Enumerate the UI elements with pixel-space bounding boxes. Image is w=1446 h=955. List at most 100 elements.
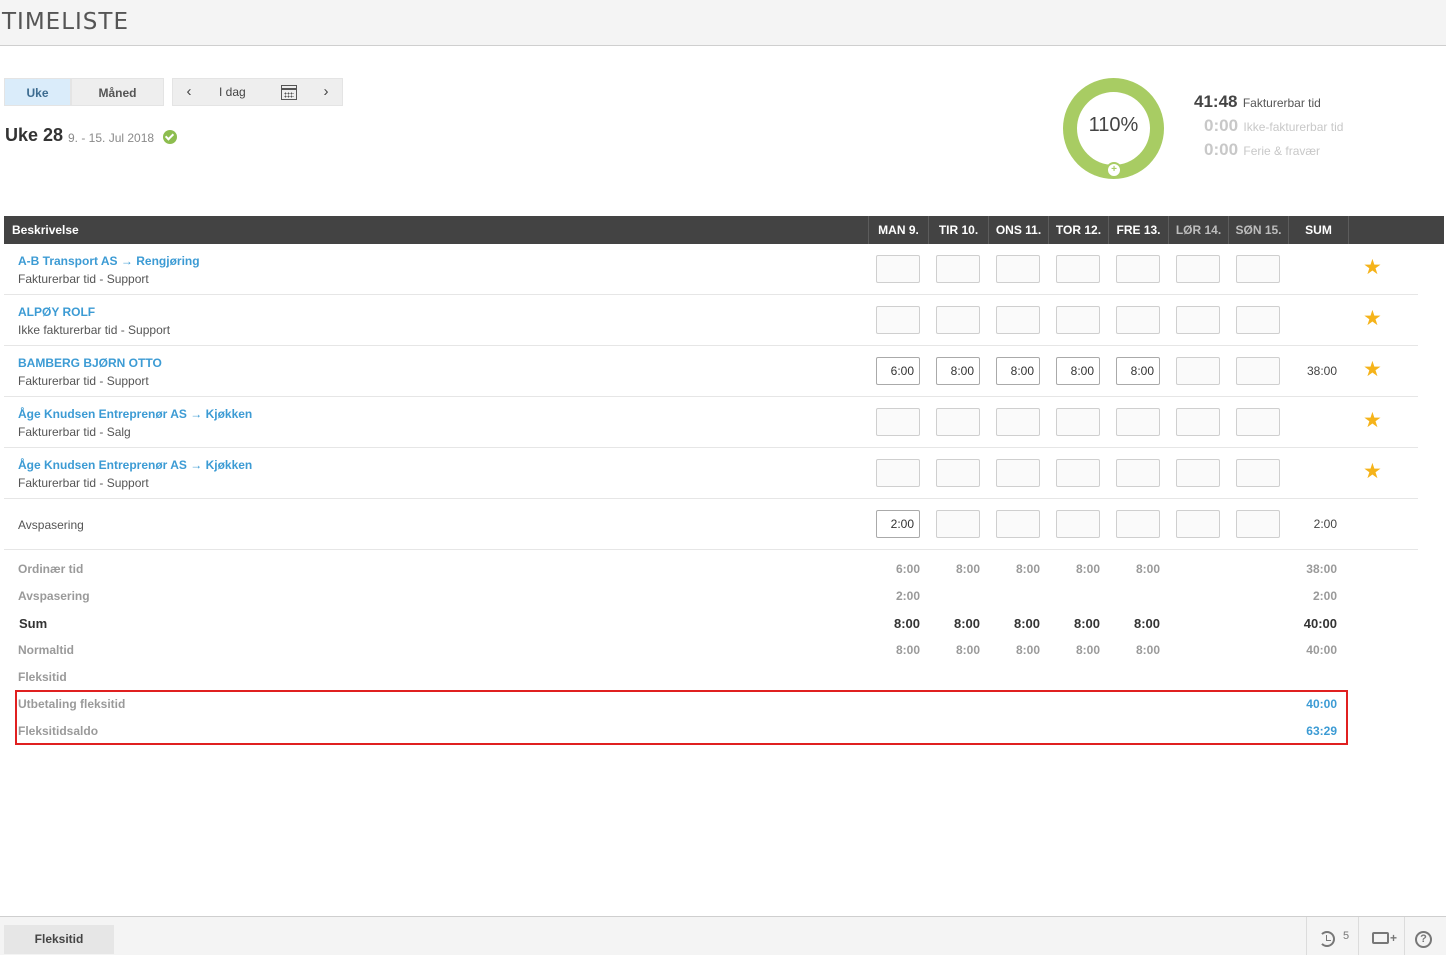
star-icon[interactable]: ★ (1363, 410, 1382, 432)
star-icon[interactable]: ★ (1363, 461, 1382, 483)
total-value: 8:00 (1013, 616, 1040, 631)
hour-input[interactable] (996, 408, 1040, 436)
total-label: Normaltid (18, 643, 75, 657)
total-sum: 40:00 (1306, 643, 1337, 657)
day-header: TIR 10. (928, 216, 988, 244)
hour-input[interactable] (1116, 306, 1160, 334)
row-subtitle: Fakturerbar tid - Support (18, 374, 149, 388)
nonbillable-value: 0:00 (1204, 116, 1239, 135)
hour-input[interactable]: 8:00 (1116, 357, 1160, 385)
next-week-button[interactable]: › (312, 79, 340, 105)
hour-input[interactable] (1176, 255, 1220, 283)
row-title-link[interactable]: A-B Transport AS → Rengjøring (18, 254, 200, 268)
hour-input[interactable] (1236, 255, 1280, 283)
hour-input[interactable] (1236, 357, 1280, 385)
hour-input[interactable] (1056, 510, 1100, 538)
comp-row: Avspasering 2:00 2:00 (4, 499, 1418, 550)
row-title-link[interactable]: Åge Knudsen Entreprenør AS → Kjøkken (18, 407, 252, 421)
total-sum: 38:00 (1306, 562, 1337, 576)
column-divider (1348, 216, 1349, 244)
divider (1306, 917, 1307, 955)
check-circle-icon (163, 130, 177, 144)
hour-input[interactable] (936, 408, 980, 436)
plus-icon[interactable]: + (1106, 162, 1122, 178)
row-title-link[interactable]: BAMBERG BJØRN OTTO (18, 356, 162, 370)
total-value: 8:00 (1135, 562, 1160, 576)
table-header: Beskrivelse MAN 9. TIR 10. ONS 11. TOR 1… (4, 216, 1444, 244)
row-subtitle: Fakturerbar tid - Salg (18, 425, 131, 439)
week-range: 9. - 15. Jul 2018 (68, 131, 155, 145)
row-title-link[interactable]: Åge Knudsen Entreprenør AS → Kjøkken (18, 458, 252, 472)
day-header: ONS 11. (988, 216, 1048, 244)
hour-input[interactable] (1236, 408, 1280, 436)
hour-input[interactable] (1176, 408, 1220, 436)
week-view-button[interactable]: Uke (4, 78, 71, 106)
hour-input[interactable] (1236, 510, 1280, 538)
previous-week-button[interactable]: ‹ (175, 79, 203, 105)
hour-input[interactable] (936, 459, 980, 487)
hour-input[interactable] (1056, 459, 1100, 487)
hour-input[interactable] (996, 510, 1040, 538)
row-subtitle: Fakturerbar tid - Support (18, 476, 149, 490)
billable-stat: 41:48 Fakturerbar tid (1194, 92, 1321, 112)
hour-input[interactable] (876, 306, 920, 334)
hour-input[interactable]: 6:00 (876, 357, 920, 385)
hour-input[interactable] (1176, 357, 1220, 385)
star-icon[interactable]: ★ (1363, 359, 1382, 381)
hour-input[interactable] (1176, 459, 1220, 487)
hour-input[interactable]: 8:00 (996, 357, 1040, 385)
hour-input[interactable] (1056, 306, 1100, 334)
hour-input[interactable] (876, 459, 920, 487)
hour-input[interactable] (1056, 255, 1100, 283)
total-value: 8:00 (953, 616, 980, 631)
billable-label: Fakturerbar tid (1242, 96, 1321, 110)
hour-input[interactable] (1176, 306, 1220, 334)
hour-input[interactable]: 2:00 (876, 510, 920, 538)
billable-value: 41:48 (1194, 92, 1238, 111)
total-value: 8:00 (1135, 643, 1160, 657)
flex-time-tab[interactable]: Fleksitid (4, 925, 114, 954)
help-icon[interactable]: ? (1415, 931, 1432, 948)
hour-input[interactable] (996, 459, 1040, 487)
star-icon[interactable]: ★ (1363, 308, 1382, 330)
description-header: Beskrivelse (12, 223, 79, 237)
hour-input[interactable]: 8:00 (936, 357, 980, 385)
calendar-icon[interactable] (281, 85, 297, 100)
hour-input[interactable] (996, 255, 1040, 283)
table-row: Åge Knudsen Entreprenør AS → Kjøkken Fakt… (4, 448, 1418, 499)
hour-input[interactable] (876, 255, 920, 283)
hour-input[interactable] (1236, 459, 1280, 487)
utilization-percent: 110% (1088, 114, 1139, 136)
star-icon[interactable]: ★ (1363, 257, 1382, 279)
hour-input[interactable] (1176, 510, 1220, 538)
hour-input[interactable] (1056, 408, 1100, 436)
today-button[interactable]: I dag (219, 79, 246, 105)
hour-input[interactable] (1116, 255, 1160, 283)
add-comment-icon[interactable] (1372, 931, 1397, 945)
total-label: Avspasering (18, 589, 90, 603)
hour-input[interactable] (876, 408, 920, 436)
row-title-link[interactable]: ALPØY ROLF (18, 305, 95, 319)
total-value: 2:00 (895, 589, 920, 603)
day-header: SØN 15. (1228, 216, 1288, 244)
hour-input[interactable] (1236, 306, 1280, 334)
hour-input[interactable] (996, 306, 1040, 334)
month-view-button[interactable]: Måned (71, 78, 164, 106)
history-count: 5 (1343, 930, 1350, 942)
leave-label: Ferie & fravær (1243, 144, 1321, 158)
history-icon[interactable] (1319, 931, 1335, 947)
hour-input[interactable] (1116, 408, 1160, 436)
total-row: Utbetaling fleksitid 40:00 (4, 690, 1418, 717)
hour-input[interactable] (936, 306, 980, 334)
hour-input[interactable] (936, 510, 980, 538)
table-row: ALPØY ROLF Ikke fakturerbar tid - Support… (4, 295, 1418, 346)
hour-input[interactable] (1116, 459, 1160, 487)
total-sum: 40:00 (1303, 616, 1337, 631)
hour-input[interactable] (936, 255, 980, 283)
hour-input[interactable] (1116, 510, 1160, 538)
total-value: 8:00 (1075, 562, 1100, 576)
total-value: 8:00 (1075, 643, 1100, 657)
nonbillable-label: Ikke-fakturerbar tid (1243, 120, 1344, 134)
total-label: Fleksitidsaldo (18, 724, 99, 738)
hour-input[interactable]: 8:00 (1056, 357, 1100, 385)
